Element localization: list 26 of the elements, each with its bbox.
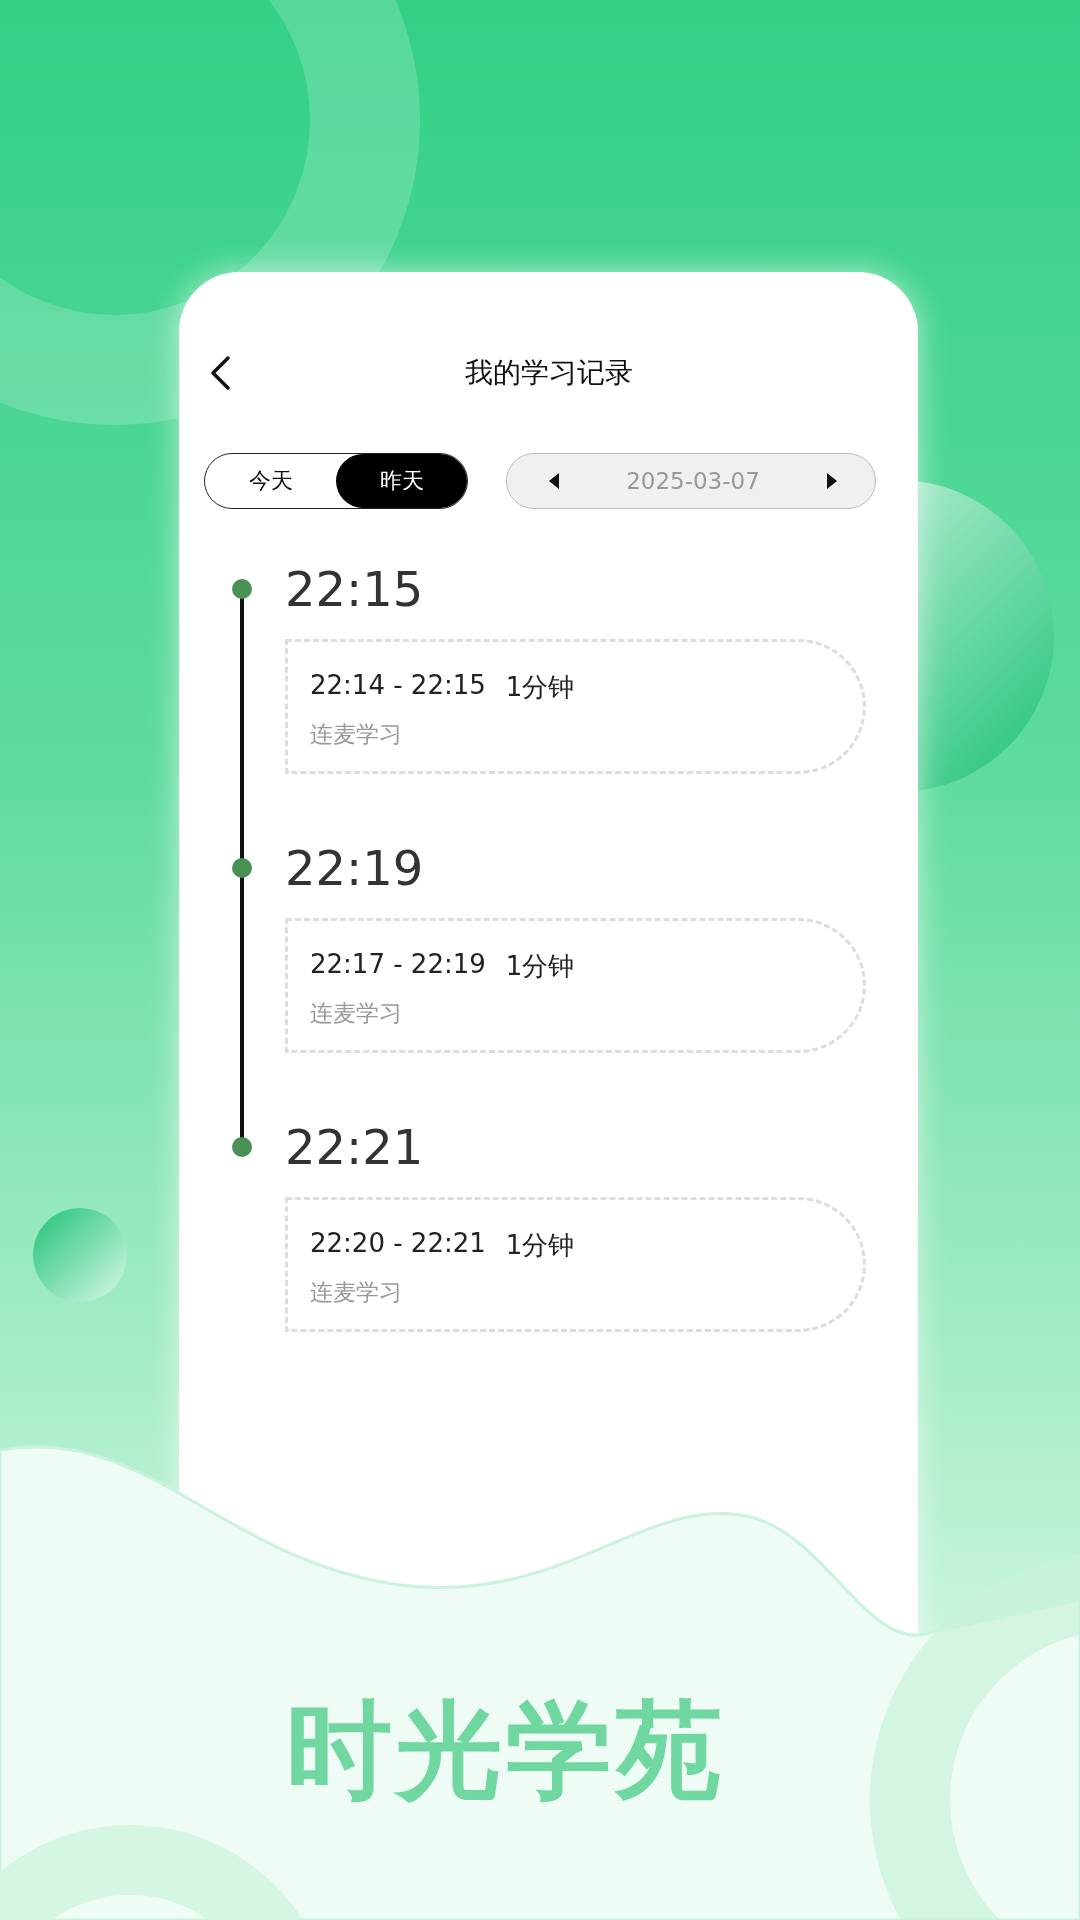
record-time: 22:19 [285,840,424,896]
brand-logo-text: 时光学苑 [286,1688,726,1814]
record-card[interactable]: 22:14 - 22:15 1分钟 连麦学习 [285,639,866,774]
record-time: 22:21 [285,1119,424,1175]
duration: 1分钟 [505,671,575,704]
record-card[interactable]: 22:20 - 22:21 1分钟 连麦学习 [285,1197,866,1332]
date-value: 2025-03-07 [626,468,760,494]
record-card[interactable]: 22:17 - 22:19 1分钟 连麦学习 [285,918,866,1053]
day-tab[interactable]: 昨天 [336,454,467,508]
timeline-dot [232,1137,252,1157]
page-title: 我的学习记录 [464,355,633,391]
activity-label: 连麦学习 [310,1278,403,1307]
back-icon[interactable] [209,355,231,391]
next-icon[interactable] [825,473,837,489]
day-tab[interactable]: 今天 [205,454,336,508]
previous-icon[interactable] [549,473,561,489]
activity-label: 连麦学习 [310,720,403,749]
duration: 1分钟 [505,950,575,983]
record-time: 22:15 [285,561,424,617]
time-range: 22:17 - 22:19 [310,949,486,981]
timeline-dot [232,858,252,878]
time-range: 22:20 - 22:21 [310,1228,486,1260]
activity-label: 连麦学习 [310,999,403,1028]
time-range: 22:14 - 22:15 [310,670,486,702]
duration: 1分钟 [505,1229,575,1262]
timeline-dot [232,579,252,599]
